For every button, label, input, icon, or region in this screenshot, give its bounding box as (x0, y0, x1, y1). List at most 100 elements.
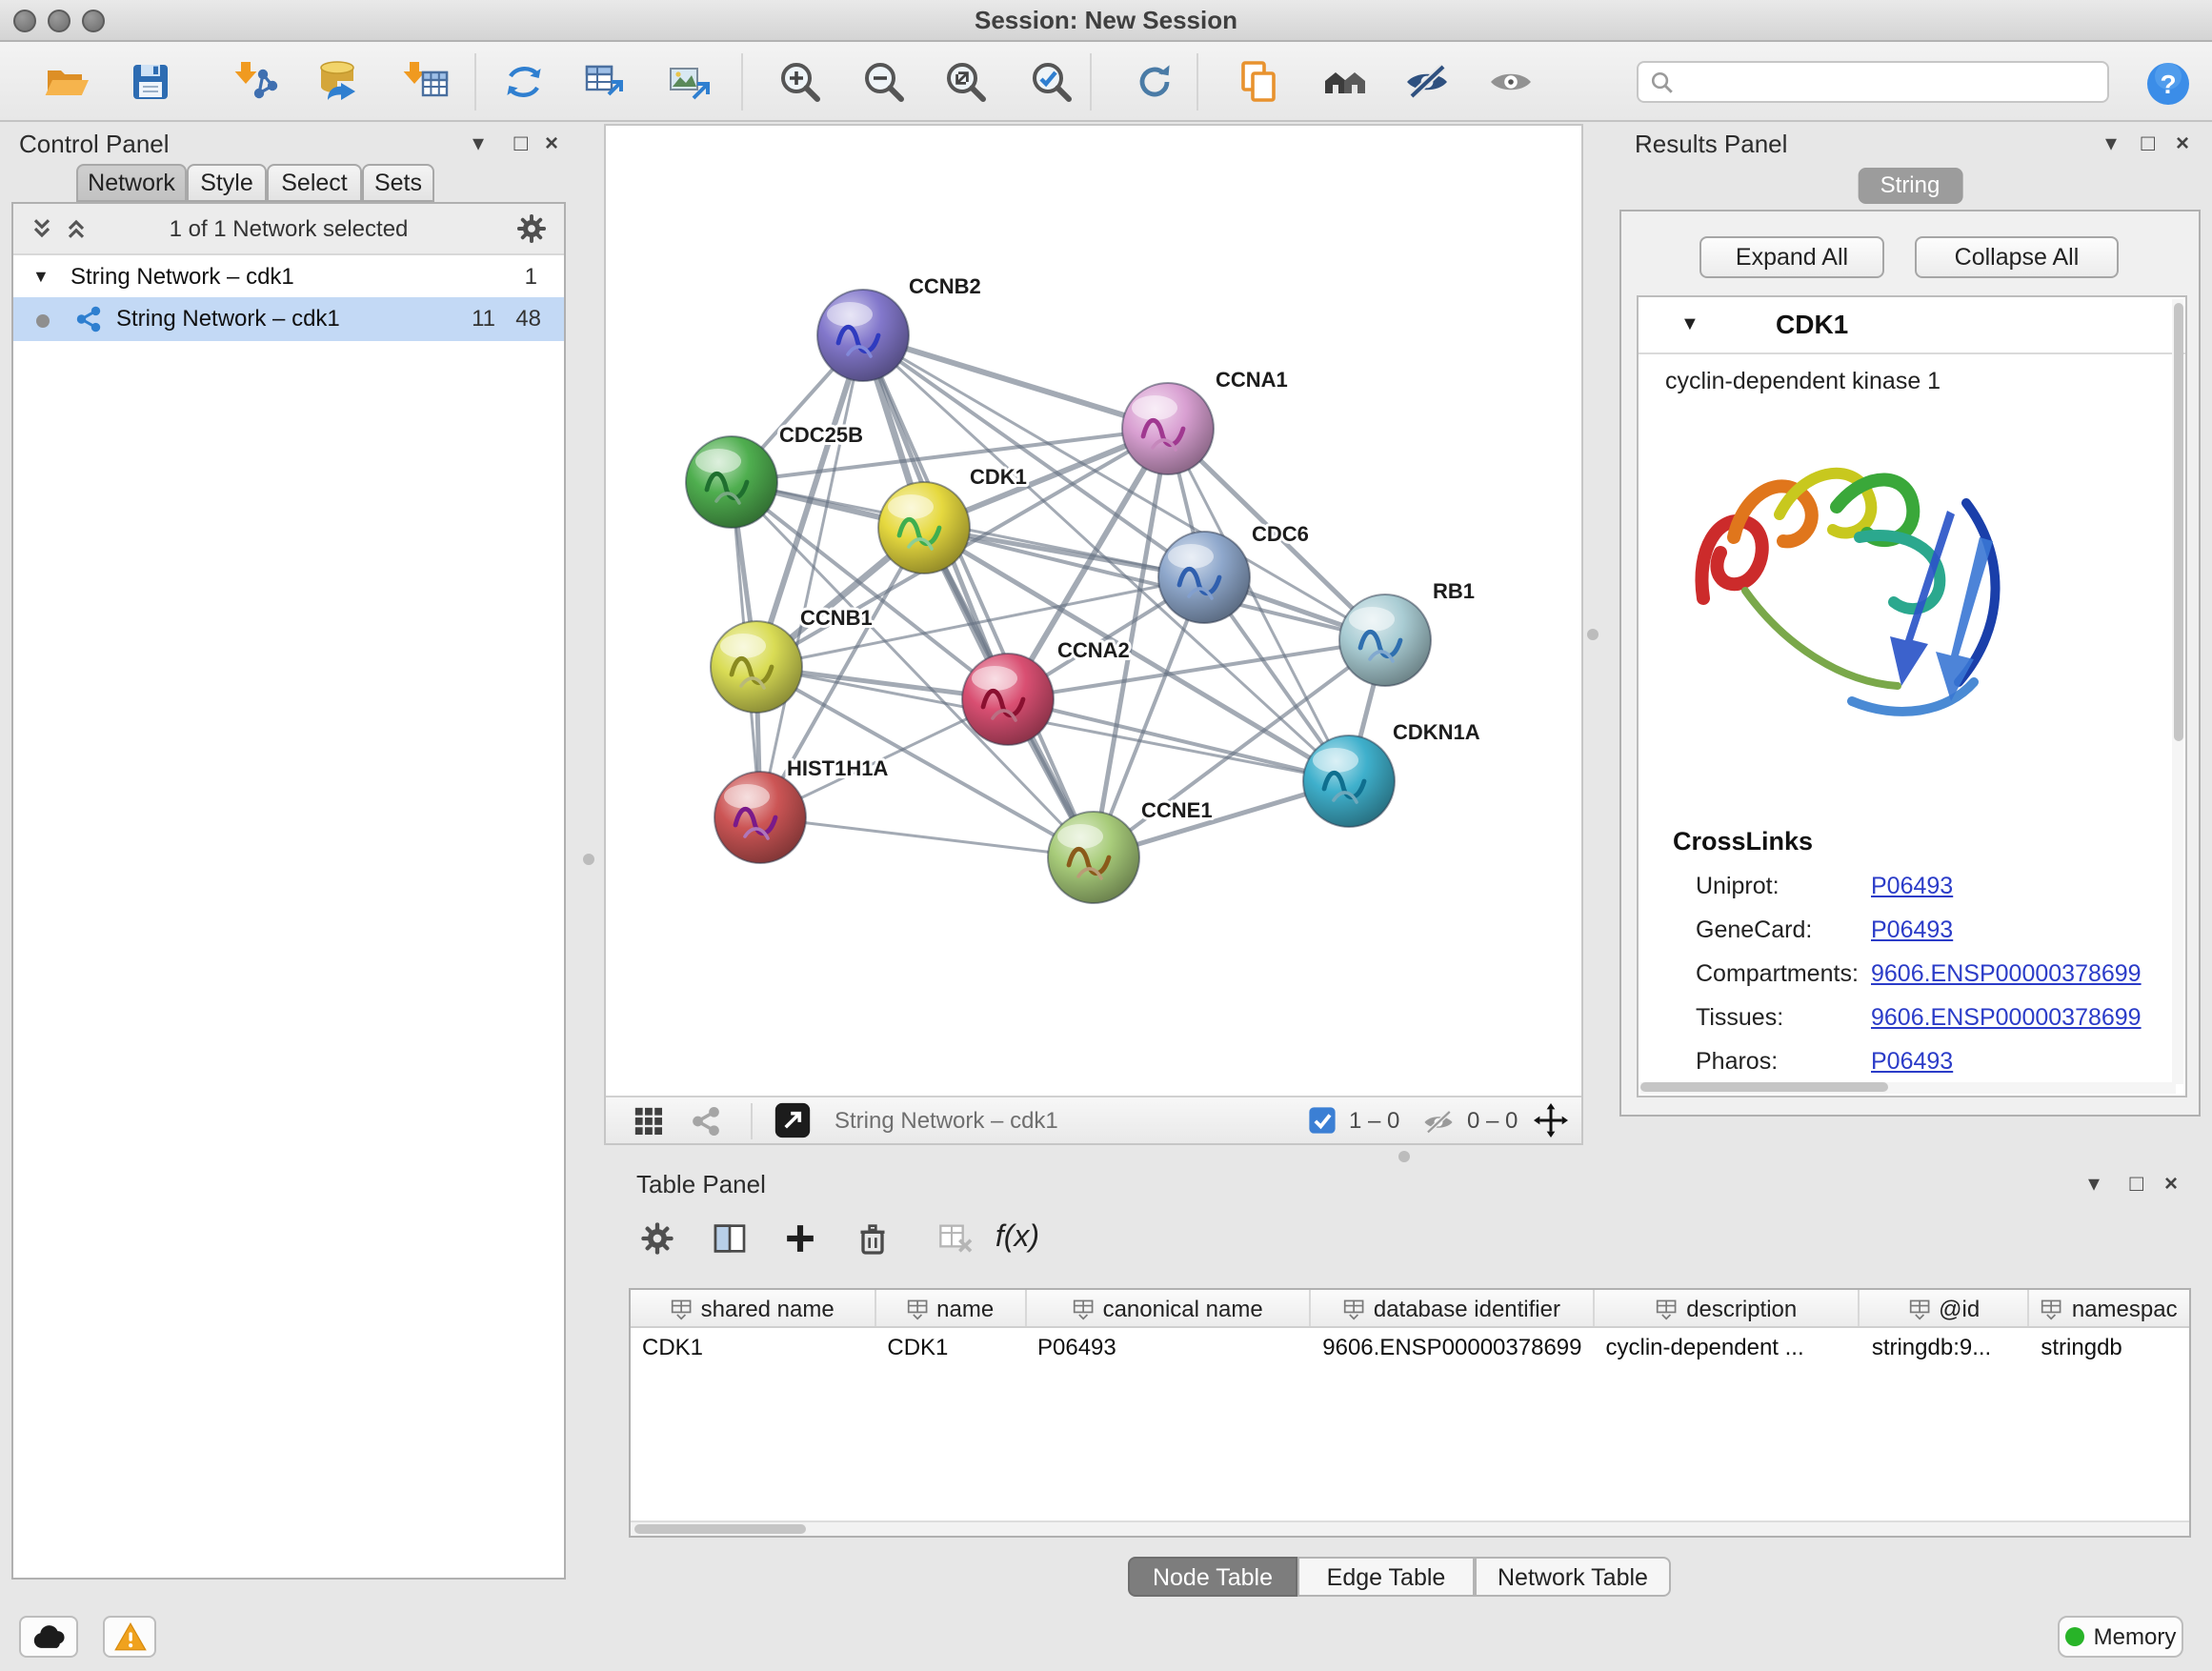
export-table-button[interactable] (579, 55, 633, 109)
import-network-from-database-button[interactable] (312, 55, 366, 109)
column-header[interactable]: shared name (631, 1290, 875, 1326)
column-header[interactable]: namespac (2029, 1290, 2189, 1326)
gear-icon[interactable] (514, 211, 549, 246)
tab-select[interactable]: Select (267, 164, 362, 202)
network-list-box: 1 of 1 Network selected ▼ String Network… (11, 202, 566, 1580)
column-header[interactable]: @id (1860, 1290, 2030, 1326)
memory-label: Memory (2094, 1623, 2177, 1650)
network-node-HIST1H1A[interactable]: HIST1H1A (714, 756, 888, 863)
results-panel-header: Results Panel ▾ □ × (1619, 126, 2201, 160)
grid-view-icon[interactable] (633, 1105, 665, 1137)
close-panel-icon[interactable]: × (2176, 130, 2189, 156)
crosslink-pharos-link[interactable]: P06493 (1871, 1048, 1953, 1075)
column-header[interactable]: canonical name (1026, 1290, 1311, 1326)
show-hidden-button[interactable] (1484, 55, 1538, 109)
network-row[interactable]: String Network – cdk1 11 48 (13, 297, 564, 341)
table-horizontal-scrollbar[interactable] (631, 1520, 2189, 1536)
collection-disclosure-icon[interactable]: ▼ (32, 255, 50, 297)
network-collection-row[interactable]: ▼ String Network – cdk1 1 (13, 255, 564, 297)
search-input[interactable] (1682, 69, 2107, 95)
crosslink-compartments-link[interactable]: 9606.ENSP00000378699 (1871, 960, 2142, 987)
maximize-panel-icon[interactable]: □ (514, 130, 529, 156)
import-table-from-file-button[interactable] (400, 55, 453, 109)
column-header[interactable]: description (1595, 1290, 1860, 1326)
network-selection-summary: 1 of 1 Network selected (13, 215, 564, 242)
function-builder-button[interactable]: f(x) (995, 1216, 1040, 1261)
zoom-out-button[interactable] (857, 55, 911, 109)
float-panel-icon[interactable]: ▾ (2105, 130, 2117, 156)
help-button[interactable]: ? (2142, 57, 2195, 111)
tab-style[interactable]: Style (187, 164, 267, 202)
protein-card-header[interactable]: ▼ CDK1 (1639, 297, 2185, 354)
maximize-panel-icon[interactable]: □ (2142, 130, 2156, 156)
birdseye-crosshair-icon[interactable] (1532, 1101, 1570, 1139)
zoom-selected-button[interactable] (1025, 55, 1078, 109)
tab-network-table[interactable]: Network Table (1475, 1557, 1671, 1597)
splitter-handle[interactable] (583, 854, 594, 865)
network-arrows-button[interactable] (497, 55, 551, 109)
crosslink-genecard-link[interactable]: P06493 (1871, 916, 1953, 943)
collapse-all-button[interactable]: Collapse All (1915, 236, 2119, 278)
save-session-button[interactable] (124, 55, 177, 109)
import-network-from-file-button[interactable] (231, 55, 284, 109)
help-icon: ? (2143, 59, 2193, 109)
close-panel-icon[interactable]: × (545, 130, 558, 156)
tab-sets[interactable]: Sets (362, 164, 434, 202)
results-tab-string[interactable]: String (1858, 168, 1963, 204)
create-column-button[interactable] (777, 1216, 823, 1261)
svg-text:CCNB1: CCNB1 (800, 606, 873, 630)
column-type-icon (1343, 1297, 1366, 1319)
delete-table-button[interactable] (934, 1216, 979, 1261)
network-canvas[interactable]: CCNB2CCNA1CDC25BCDK1CDC6RB1CCNB1CCNA2CDK… (606, 126, 1581, 1096)
table-panel-title: Table Panel (636, 1170, 766, 1198)
table-settings-button[interactable] (634, 1216, 680, 1261)
search-field[interactable] (1637, 61, 2109, 103)
network-node-CDC25B[interactable]: CDC25B (686, 423, 863, 528)
crosslink-uniprot-link[interactable]: P06493 (1871, 873, 1953, 899)
export-image-button[interactable] (663, 55, 716, 109)
tab-node-table[interactable]: Node Table (1128, 1557, 1297, 1597)
splitter-handle[interactable] (1587, 629, 1599, 640)
section-disclosure-icon[interactable]: ▼ (1680, 314, 1699, 335)
selected-checkbox-icon[interactable] (1307, 1105, 1337, 1136)
float-panel-icon[interactable]: ▾ (2088, 1170, 2100, 1197)
cell-database-identifier: 9606.ENSP00000378699 (1311, 1328, 1594, 1366)
cloud-status-button[interactable] (19, 1616, 78, 1658)
network-node-CDK1[interactable]: CDK1 (878, 465, 1027, 574)
expand-all-button[interactable]: Expand All (1699, 236, 1884, 278)
splitter-handle[interactable] (1398, 1151, 1410, 1162)
delete-column-button[interactable] (850, 1216, 895, 1261)
open-session-button[interactable] (40, 55, 93, 109)
svg-text:CCNB2: CCNB2 (909, 274, 981, 298)
network-node-CDKN1A[interactable]: CDKN1A (1303, 720, 1480, 827)
home-button[interactable] (1318, 55, 1372, 109)
zoom-in-button[interactable] (774, 55, 827, 109)
crosslink-tissues-link[interactable]: 9606.ENSP00000378699 (1871, 1004, 2142, 1031)
vertical-scrollbar[interactable] (2172, 299, 2183, 1084)
column-header[interactable]: name (875, 1290, 1026, 1326)
table-row[interactable]: CDK1 CDK1 P06493 9606.ENSP00000378699 cy… (631, 1328, 2189, 1366)
warnings-button[interactable] (103, 1616, 156, 1658)
close-panel-icon[interactable]: × (2164, 1170, 2178, 1197)
refresh-view-button[interactable] (1128, 55, 1181, 109)
memory-button[interactable]: Memory (2058, 1616, 2183, 1658)
titlebar: Session: New Session (0, 0, 2212, 42)
zoom-fit-button[interactable] (939, 55, 993, 109)
horizontal-scrollbar[interactable] (1640, 1082, 2176, 1094)
selected-counts: 1 – 0 (1349, 1107, 1399, 1134)
tab-network[interactable]: Network (76, 164, 187, 202)
float-panel-icon[interactable]: ▾ (473, 130, 484, 156)
maximize-panel-icon[interactable]: □ (2130, 1170, 2144, 1197)
column-header[interactable]: database identifier (1311, 1290, 1594, 1326)
launch-view-icon[interactable] (774, 1101, 812, 1139)
show-columns-button[interactable] (707, 1216, 753, 1261)
hide-selection-button[interactable] (1400, 55, 1454, 109)
network-node-CCNA1[interactable]: CCNA1 (1122, 368, 1288, 474)
network-node-RB1[interactable]: RB1 (1339, 579, 1475, 686)
toolbar-separator (474, 53, 476, 111)
tab-edge-table[interactable]: Edge Table (1297, 1557, 1475, 1597)
hidden-eye-icon[interactable] (1421, 1105, 1456, 1139)
copy-documents-button[interactable] (1233, 55, 1286, 109)
window-title: Session: New Session (0, 6, 2212, 34)
network-share-icon[interactable] (690, 1105, 722, 1137)
